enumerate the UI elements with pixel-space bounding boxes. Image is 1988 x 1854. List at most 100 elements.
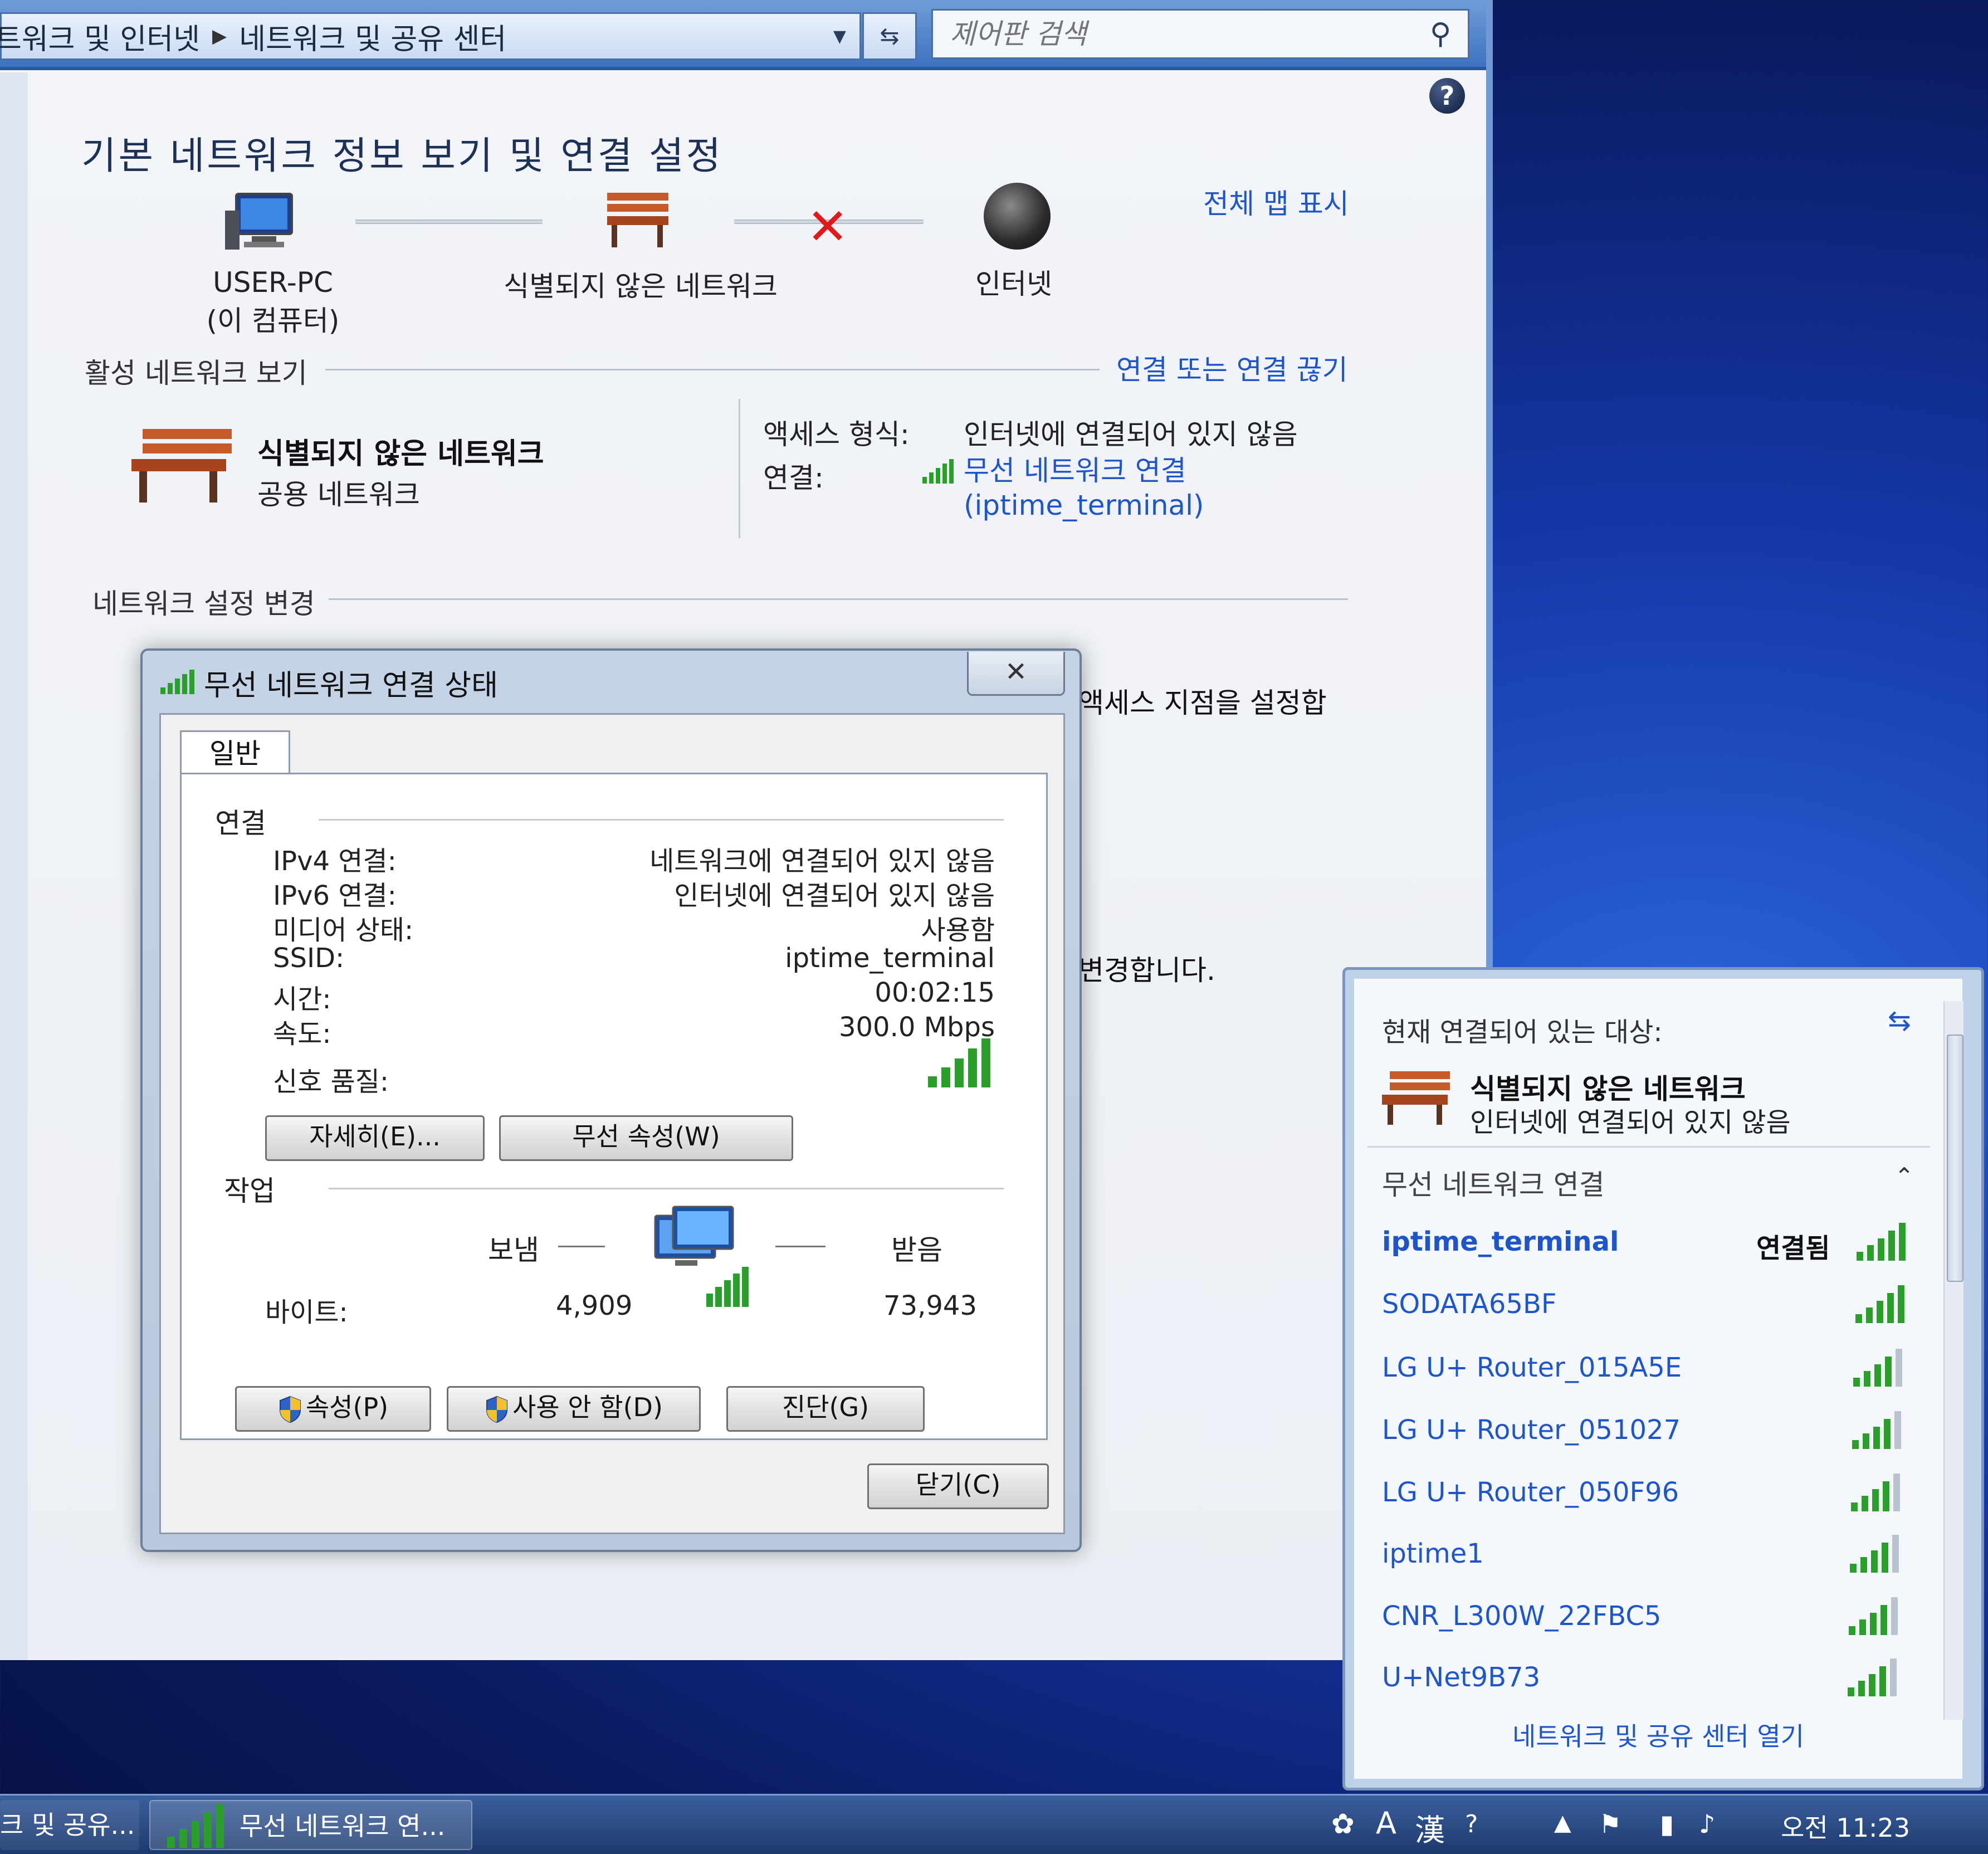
- breadcrumb-item[interactable]: 네트워크 및 공유 센터: [239, 16, 506, 57]
- ssid-label: SSID:: [273, 943, 345, 974]
- help-icon[interactable]: ?: [1465, 1810, 1478, 1838]
- search-icon[interactable]: ⚲: [1430, 17, 1451, 51]
- group-activity-title: 작업: [224, 1175, 275, 1207]
- search-box[interactable]: ⚲: [931, 9, 1469, 59]
- ime-icon[interactable]: ✿: [1331, 1808, 1355, 1840]
- breadcrumb-item[interactable]: 트워크 및 인터넷: [0, 16, 200, 57]
- wifi-network-item[interactable]: LG U+ Router_050F96: [1382, 1477, 1679, 1508]
- disable-button[interactable]: 사용 안 함(D): [447, 1386, 701, 1432]
- flag-icon[interactable]: ⚑: [1599, 1809, 1621, 1839]
- wifi-network-item[interactable]: LG U+ Router_015A5E: [1382, 1352, 1682, 1383]
- signal-icon: [167, 1804, 224, 1848]
- disable-button-label: 사용 안 함(D): [512, 1392, 663, 1422]
- bytes-sent-value: 4,909: [556, 1290, 633, 1321]
- dialog-close-button[interactable]: 닫기(C): [867, 1463, 1049, 1509]
- refresh-button[interactable]: ⇆: [862, 12, 917, 60]
- ipv6-label: IPv6 연결:: [273, 880, 397, 911]
- volume-icon[interactable]: ♪: [1699, 1809, 1715, 1839]
- bench-icon: [607, 193, 668, 247]
- current-connection-label: 현재 연결되어 있는 대상:: [1382, 1017, 1663, 1048]
- help-button[interactable]: ?: [1429, 78, 1465, 114]
- wireless-section-header[interactable]: 무선 네트워크 연결: [1382, 1163, 1605, 1203]
- ipv4-label: IPv4 연결:: [273, 846, 397, 877]
- vertical-divider: [739, 399, 740, 538]
- signal-icon: [1848, 1658, 1897, 1696]
- globe-icon: [984, 183, 1051, 250]
- network-tray-icon[interactable]: ▮: [1660, 1809, 1674, 1839]
- tray-chevron-icon[interactable]: ▲: [1554, 1810, 1571, 1836]
- bench-icon: [1382, 1071, 1450, 1125]
- uac-shield-icon: [486, 1396, 508, 1423]
- group-connection-title: 연결: [215, 807, 266, 840]
- left-pane-edge: [0, 72, 28, 1660]
- received-line: [775, 1246, 826, 1247]
- speed-label: 속도:: [273, 1018, 331, 1050]
- page-title: 기본 네트워크 정보 보기 및 연결 설정: [81, 134, 724, 178]
- signal-icon: [1849, 1597, 1898, 1635]
- map-network: 식별되지 않은 네트워크: [504, 270, 778, 303]
- access-type-label: 액세스 형식:: [763, 418, 910, 451]
- map-pc-name: USER-PC: [213, 266, 333, 299]
- connect-disconnect-link[interactable]: 연결 또는 연결 끊기: [1116, 348, 1348, 388]
- signal-icon: [1855, 1285, 1904, 1323]
- dialog-body: 일반 연결 IPv4 연결: 네트워크에 연결되어 있지 않음 IPv6 연결:…: [159, 713, 1065, 1534]
- details-button[interactable]: 자세히(E)...: [265, 1115, 485, 1161]
- tab-general[interactable]: 일반: [180, 730, 290, 775]
- ssid-value: iptime_terminal: [785, 943, 995, 974]
- signal-icon: [1857, 1223, 1906, 1261]
- clock[interactable]: 오전 11:23: [1781, 1808, 1910, 1845]
- full-map-link[interactable]: 전체 맵 표시: [1203, 182, 1349, 222]
- flyout-scrollbar[interactable]: [1943, 1001, 1963, 1720]
- active-network-name: 식별되지 않은 네트워크: [257, 437, 544, 471]
- breadcrumb[interactable]: 트워크 및 인터넷 ▶ 네트워크 및 공유 센터 ▼: [0, 12, 861, 60]
- signal-icon: [1852, 1411, 1901, 1449]
- refresh-icon[interactable]: ⇆: [1888, 1004, 1911, 1037]
- address-bar: 트워크 및 인터넷 ▶ 네트워크 및 공유 센터 ▼ ⇆ ⚲: [0, 0, 1486, 70]
- signal-quality-label: 신호 품질:: [273, 1066, 389, 1097]
- wifi-network-item[interactable]: SODATA65BF: [1382, 1289, 1557, 1320]
- tab-panel-general: 연결 IPv4 연결: 네트워크에 연결되어 있지 않음 IPv6 연결: 인터…: [180, 773, 1048, 1440]
- current-network-status: 인터넷에 연결되어 있지 않음: [1470, 1107, 1791, 1138]
- active-network-type[interactable]: 공용 네트워크: [257, 472, 420, 513]
- scrollbar-thumb[interactable]: [1947, 1035, 1963, 1282]
- duration-value: 00:02:15: [875, 977, 995, 1008]
- setup-ap-text-fragment: 액세스 지점을 설정합: [1078, 687, 1327, 719]
- ipv6-value: 인터넷에 연결되어 있지 않음: [674, 880, 995, 911]
- chevron-down-icon[interactable]: ▼: [833, 27, 846, 46]
- search-input[interactable]: [933, 17, 1413, 51]
- wifi-network-item[interactable]: U+Net9B73: [1382, 1662, 1540, 1693]
- wifi-network-item[interactable]: iptime1: [1382, 1538, 1484, 1569]
- section-divider: [329, 598, 1348, 600]
- map-link-line: [355, 219, 543, 224]
- wireless-connection-ssid[interactable]: (iptime_terminal): [964, 488, 1204, 523]
- open-network-center-link[interactable]: 네트워크 및 공유 센터 열기: [1354, 1716, 1962, 1753]
- bytes-label: 바이트:: [265, 1297, 348, 1328]
- map-pc: USER-PC (이 컴퓨터): [189, 266, 356, 339]
- dialog-title: 무선 네트워크 연결 상태: [204, 669, 498, 702]
- signal-quality-icon: [928, 1038, 990, 1087]
- wireless-flyout: 현재 연결되어 있는 대상: ⇆ 식별되지 않은 네트워크 인터넷에 연결되어 …: [1342, 967, 1984, 1790]
- wifi-network-item[interactable]: LG U+ Router_051027: [1382, 1414, 1681, 1446]
- signal-icon: [1853, 1349, 1902, 1387]
- bytes-received-value: 73,943: [883, 1290, 977, 1321]
- wireless-connection-link-text[interactable]: 무선 네트워크 연결: [964, 453, 1204, 488]
- map-internet: 인터넷: [975, 268, 1052, 300]
- connection-label: 연결:: [763, 462, 824, 494]
- wireless-properties-button[interactable]: 무선 속성(W): [499, 1115, 793, 1161]
- change-settings-heading: 네트워크 설정 변경: [92, 588, 315, 620]
- map-pc-sub: (이 컴퓨터): [206, 305, 340, 337]
- wireless-connection-link[interactable]: 무선 네트워크 연결 (iptime_terminal): [964, 453, 1204, 523]
- wifi-network-item[interactable]: iptime_terminal: [1382, 1226, 1619, 1257]
- network-activity-icon: [654, 1206, 749, 1307]
- properties-button[interactable]: 속성(P): [235, 1386, 431, 1432]
- close-button[interactable]: ✕: [967, 652, 1065, 696]
- taskbar: 크 및 공유... 무선 네트워크 연... ✿ A 漢 ? ▲ ⚑ ▮ ♪ 오…: [0, 1794, 1988, 1854]
- ime-mode-han[interactable]: 漢: [1415, 1806, 1445, 1850]
- properties-button-label: 속성(P): [305, 1392, 389, 1422]
- chevron-up-icon[interactable]: ⌃: [1894, 1163, 1914, 1190]
- diagnose-button[interactable]: 진단(G): [726, 1386, 925, 1432]
- wireless-status-dialog: 무선 네트워크 연결 상태 ✕ 일반 연결 IPv4 연결: 네트워크에 연결되…: [140, 648, 1082, 1552]
- taskbar-item-network-center[interactable]: 크 및 공유...: [0, 1800, 139, 1850]
- ime-mode-a[interactable]: A: [1376, 1806, 1396, 1841]
- wifi-network-item[interactable]: CNR_L300W_22FBC5: [1382, 1601, 1661, 1632]
